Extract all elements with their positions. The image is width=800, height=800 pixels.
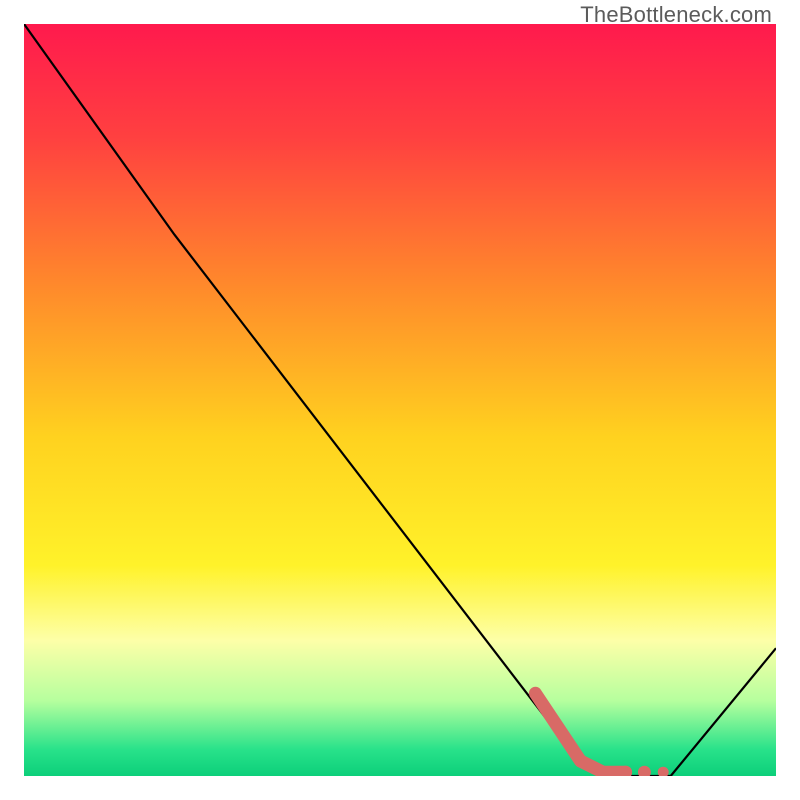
chart-frame: TheBottleneck.com [0,0,800,800]
gradient-background [24,24,776,776]
plot-area [24,24,776,776]
chart-svg [24,24,776,776]
